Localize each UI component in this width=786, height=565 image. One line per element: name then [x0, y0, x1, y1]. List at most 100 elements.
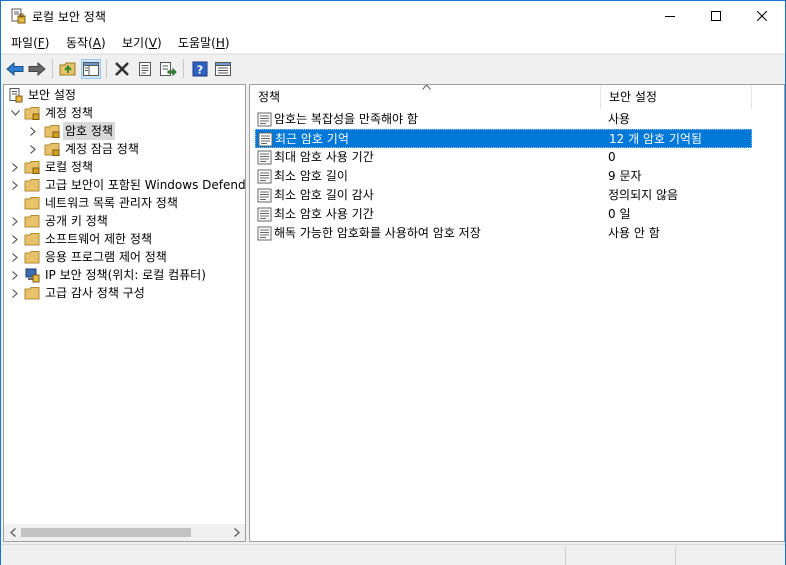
list-row[interactable]: 암호는 복잡성을 만족해야 함 사용: [255, 110, 752, 129]
forward-button[interactable]: [27, 59, 47, 79]
chevron-left-icon: [9, 528, 16, 537]
policy-name: 최소 암호 사용 기간: [274, 207, 374, 221]
folder-lock-icon: [24, 107, 40, 120]
scroll-right-button[interactable]: [228, 524, 245, 541]
tree-item-label: 로컬 정책: [45, 160, 93, 174]
status-bar: [1, 544, 785, 565]
status-panel: [675, 546, 785, 565]
tree-item-windows-defender-firewall[interactable]: 고급 보안이 포함된 Windows Defender 방화벽: [9, 176, 246, 194]
list-row[interactable]: 해독 가능한 암호화를 사용하여 암호 저장 사용 안 함: [255, 224, 752, 243]
policy-list-view[interactable]: 정책 보안 설정 암호는 복잡성을 만족해야 함 사용 최근 암호 기억 12 …: [249, 84, 785, 542]
toolbar-separator: [52, 59, 53, 78]
policy-value: 9 문자: [608, 169, 642, 183]
tree-item-label: 계정 잠금 정책: [65, 142, 139, 156]
tree-item-ip-security-policies[interactable]: IP 보안 정책(위치: 로컬 컴퓨터): [9, 266, 239, 284]
scroll-thumb[interactable]: [21, 528, 191, 537]
column-header-security-setting[interactable]: 보안 설정: [601, 85, 752, 109]
list-row[interactable]: 최소 암호 길이 감사 정의되지 않음: [255, 186, 752, 205]
close-icon: [757, 11, 767, 21]
policy-name: 최소 암호 길이: [274, 169, 348, 183]
delete-icon: [115, 62, 129, 76]
chevron-right-icon[interactable]: [9, 266, 21, 284]
tree-item-password-policy[interactable]: 암호 정책: [27, 122, 242, 140]
horizontal-scrollbar[interactable]: [4, 524, 245, 541]
list-row[interactable]: 최근 암호 기억 12 개 암호 기억됨: [255, 129, 752, 148]
policy-icon: [257, 188, 272, 203]
policy-icon: [257, 112, 272, 127]
folder-lock-icon: [44, 143, 60, 156]
chevron-right-icon[interactable]: [9, 176, 21, 194]
folder-icon: [24, 233, 40, 246]
policy-icon: [258, 132, 273, 147]
policy-value: 정의되지 않음: [608, 188, 679, 202]
policy-value: 12 개 암호 기억됨: [609, 132, 702, 146]
close-button[interactable]: [739, 1, 785, 31]
help-button[interactable]: ?: [190, 59, 210, 79]
export-list-button[interactable]: [158, 59, 178, 79]
policy-name: 암호는 복잡성을 만족해야 함: [274, 112, 418, 126]
list-row[interactable]: 최소 암호 길이 9 문자: [255, 167, 752, 186]
chevron-right-icon[interactable]: [27, 140, 39, 158]
back-icon: [6, 62, 24, 76]
chevron-right-icon[interactable]: [9, 284, 21, 302]
minimize-button[interactable]: [647, 1, 693, 31]
folder-icon: [24, 251, 40, 264]
tree-item-account-policies[interactable]: 계정 정책: [9, 104, 239, 122]
tree-item-label: 고급 보안이 포함된 Windows Defender 방화벽: [45, 178, 246, 192]
security-settings-icon: [9, 88, 23, 103]
tree-item-account-lockout-policy[interactable]: 계정 잠금 정책: [27, 140, 242, 158]
tree-item-label: 고급 감사 정책 구성: [45, 286, 145, 300]
list-row[interactable]: 최대 암호 사용 기간 0: [255, 148, 752, 167]
chevron-right-icon[interactable]: [9, 212, 21, 230]
mmc-view-button[interactable]: [213, 59, 233, 79]
console-tree[interactable]: 보안 설정 계정 정책 암호 정책 계정 잠금 정책 로컬 정책 고급 보안이 …: [3, 84, 246, 542]
list-header: 정책 보안 설정: [250, 85, 784, 109]
title-bar[interactable]: 로컬 보안 정책: [1, 1, 785, 31]
ip-security-icon: [25, 268, 40, 283]
tree-item-public-key-policies[interactable]: 공개 키 정책: [9, 212, 239, 230]
show-hide-console-tree-button[interactable]: [81, 59, 101, 79]
tree-item-application-control[interactable]: 응용 프로그램 제어 정책: [9, 248, 239, 266]
column-header-label: 보안 설정: [609, 90, 657, 104]
scroll-left-button[interactable]: [4, 524, 21, 541]
menu-view[interactable]: 보기(V): [122, 34, 162, 51]
policy-icon: [257, 150, 272, 165]
properties-button[interactable]: [135, 59, 155, 79]
menu-help[interactable]: 도움말(H): [178, 34, 230, 51]
tree-item-label: IP 보안 정책(위치: 로컬 컴퓨터): [45, 268, 206, 282]
folder-icon: [24, 215, 40, 228]
tree-item-label: 보안 설정: [28, 88, 76, 102]
column-header-policy[interactable]: 정책: [250, 85, 601, 109]
menu-bar: 파일(F) 동작(A) 보기(V) 도움말(H): [1, 31, 785, 53]
tree-item-local-policies[interactable]: 로컬 정책: [9, 158, 239, 176]
back-button[interactable]: [5, 59, 25, 79]
chevron-right-icon[interactable]: [9, 158, 21, 176]
status-panel: [565, 546, 675, 565]
tree-item-label: 계정 정책: [45, 106, 93, 120]
up-one-level-button[interactable]: [58, 59, 78, 79]
forward-icon: [28, 62, 46, 76]
policy-value: 사용 안 함: [608, 226, 660, 240]
tree-item-label: 소프트웨어 제한 정책: [45, 232, 152, 246]
maximize-icon: [711, 11, 721, 21]
menu-action[interactable]: 동작(A): [66, 34, 106, 51]
policy-name: 최대 암호 사용 기간: [274, 150, 374, 164]
chevron-down-icon[interactable]: [9, 104, 21, 122]
menu-file[interactable]: 파일(F): [11, 34, 49, 51]
chevron-right-icon[interactable]: [9, 248, 21, 266]
delete-button[interactable]: [112, 59, 132, 79]
properties-icon: [139, 62, 151, 76]
maximize-button[interactable]: [693, 1, 739, 31]
policy-name: 최소 암호 길이 감사: [274, 188, 374, 202]
chevron-right-icon[interactable]: [27, 122, 39, 140]
column-header-label: 정책: [258, 90, 281, 104]
tree-item-network-list-manager[interactable]: 네트워크 목록 관리자 정책: [9, 194, 239, 212]
tree-item-security-settings[interactable]: 보안 설정: [7, 86, 237, 104]
chevron-right-icon[interactable]: [9, 230, 21, 248]
tree-item-advanced-audit-policy[interactable]: 고급 감사 정책 구성: [9, 284, 239, 302]
list-row[interactable]: 최소 암호 사용 기간 0 일: [255, 205, 752, 224]
tree-item-software-restriction[interactable]: 소프트웨어 제한 정책: [9, 230, 239, 248]
policy-icon: [257, 226, 272, 241]
help-icon: ?: [192, 61, 208, 77]
policy-value: 사용: [608, 112, 631, 126]
